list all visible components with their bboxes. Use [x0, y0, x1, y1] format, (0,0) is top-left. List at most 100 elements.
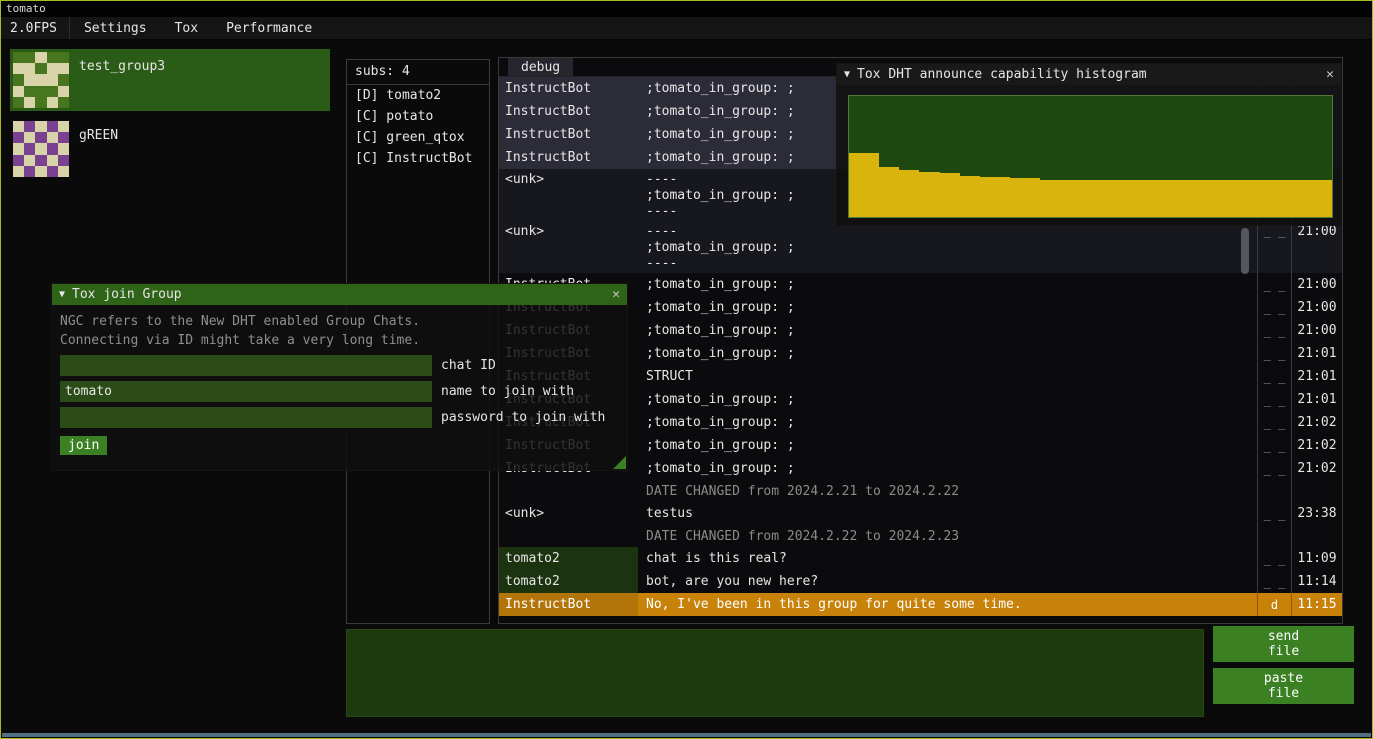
chat-row-flags: _ _	[1257, 342, 1291, 365]
subs-list-item[interactable]: [C] InstructBot	[347, 148, 489, 169]
join-group-title: Tox join Group	[72, 287, 182, 302]
chat-row-flags: _ _	[1257, 388, 1291, 411]
histogram-bar	[909, 170, 919, 217]
chat-row[interactable]: InstructBotNo, I've been in this group f…	[499, 593, 1342, 616]
chat-row-flags: _ _	[1257, 457, 1291, 480]
chat-row-time	[1291, 480, 1342, 502]
join-group-titlebar[interactable]: ▼ Tox join Group ✕	[52, 284, 627, 305]
chat-row[interactable]: <unk>----;tomato_in_group: ;----_ _21:00	[499, 221, 1342, 273]
collapse-arrow-icon[interactable]: ▼	[844, 69, 850, 80]
avatar-pixel	[24, 143, 35, 154]
chat-row-message: No, I've been in this group for quite so…	[638, 593, 1257, 616]
avatar-pixel	[24, 63, 35, 74]
group-item-test_group3[interactable]: test_group3	[10, 49, 330, 111]
menu-item-performance[interactable]: Performance	[212, 17, 326, 39]
subs-list-item[interactable]: [C] potato	[347, 106, 489, 127]
dht-histogram-titlebar[interactable]: ▼ Tox DHT announce capability histogram …	[837, 64, 1341, 85]
join-field-row: chat ID	[60, 355, 619, 376]
chat-row-message: ;tomato_in_group: ;	[638, 319, 1257, 342]
histogram-bar	[1191, 180, 1201, 218]
resize-grip[interactable]	[613, 456, 626, 469]
subs-header: subs: 4	[347, 60, 489, 85]
histogram-bar	[869, 153, 879, 217]
histogram-bar	[1241, 180, 1251, 218]
group-item-gREEN[interactable]: gREEN	[10, 118, 330, 180]
chat-scrollbar[interactable]	[1241, 228, 1249, 274]
avatar-pixel	[35, 52, 46, 63]
chat-row-message-line: ----	[646, 224, 1257, 240]
chat-row-name: tomato2	[499, 547, 638, 570]
fps-indicator: 2.0FPS	[1, 17, 70, 39]
paste-file-button[interactable]: paste file	[1213, 668, 1354, 704]
chat-row-time: 21:00	[1291, 296, 1342, 319]
avatar-pixel	[35, 143, 46, 154]
histogram-bar	[1262, 180, 1272, 218]
avatar-pixel	[24, 155, 35, 166]
join-field-row: tomato name to join with	[60, 381, 619, 402]
avatar-pixel	[47, 97, 58, 108]
chat-row[interactable]: DATE CHANGED from 2024.2.21 to 2024.2.22	[499, 480, 1342, 502]
histogram-bar	[1282, 180, 1292, 218]
menubar-items: SettingsToxPerformance	[70, 17, 326, 39]
histogram-bar	[1131, 180, 1141, 218]
menu-item-tox[interactable]: Tox	[161, 17, 212, 39]
close-icon[interactable]: ✕	[1326, 67, 1334, 82]
chat-row-message: ;tomato_in_group: ;	[638, 457, 1257, 480]
histogram-bar	[930, 172, 940, 217]
chat-row-flags: _ _	[1257, 434, 1291, 457]
join-password-label: password to join with	[441, 410, 605, 425]
menu-item-settings[interactable]: Settings	[70, 17, 161, 39]
avatar-pixel	[24, 166, 35, 177]
message-input[interactable]	[346, 629, 1204, 717]
chat-row[interactable]: tomato2bot, are you new here?_ _11:14	[499, 570, 1342, 593]
subs-list-item[interactable]: [C] green_qtox	[347, 127, 489, 148]
chat-id-input[interactable]	[60, 355, 432, 376]
avatar-pixel	[47, 155, 58, 166]
chat-row-flags: _ _	[1257, 221, 1291, 273]
tab-debug[interactable]: debug	[508, 58, 573, 76]
histogram-bar	[1322, 180, 1332, 218]
avatar-pixel	[35, 121, 46, 132]
chat-row-flags: _ _	[1257, 570, 1291, 593]
chat-row[interactable]: tomato2chat is this real?_ _11:09	[499, 547, 1342, 570]
histogram-bar	[980, 177, 990, 217]
join-name-input[interactable]: tomato	[60, 381, 432, 402]
chat-row-message: chat is this real?	[638, 547, 1257, 570]
avatar-pixel	[58, 132, 69, 143]
join-button[interactable]: join	[60, 436, 107, 455]
collapse-arrow-icon[interactable]: ▼	[59, 289, 65, 300]
histogram-bar	[1312, 180, 1322, 218]
avatar-pixel	[13, 166, 24, 177]
avatar-pixel	[58, 97, 69, 108]
subs-list-item[interactable]: [D] tomato2	[347, 85, 489, 106]
join-description-line1: NGC refers to the New DHT enabled Group …	[60, 312, 619, 331]
chat-row-flags	[1257, 480, 1291, 502]
avatar-pixel	[35, 97, 46, 108]
join-password-input[interactable]	[60, 407, 432, 428]
chat-row[interactable]: DATE CHANGED from 2024.2.22 to 2024.2.23	[499, 525, 1342, 547]
group-name: gREEN	[79, 121, 118, 177]
chat-row-time: 21:00	[1291, 221, 1342, 273]
avatar-pixel	[13, 52, 24, 63]
chat-row-time: 21:01	[1291, 342, 1342, 365]
histogram-bar	[1161, 180, 1171, 218]
join-group-body: NGC refers to the New DHT enabled Group …	[52, 305, 627, 462]
avatar-pixel	[35, 86, 46, 97]
avatar-pixel	[47, 63, 58, 74]
chat-row[interactable]: <unk>testus_ _23:38	[499, 502, 1342, 525]
histogram-bar	[1211, 180, 1221, 218]
histogram-bar	[1030, 178, 1040, 217]
chat-row-name: InstructBot	[499, 146, 638, 169]
chat-row-time: 11:14	[1291, 570, 1342, 593]
histogram-bar	[1101, 180, 1111, 218]
avatar-pixel	[35, 166, 46, 177]
dht-histogram-title: Tox DHT announce capability histogram	[857, 67, 1147, 82]
chat-row-time: 21:02	[1291, 411, 1342, 434]
chat-row-flags	[1257, 525, 1291, 547]
histogram-bar	[1302, 180, 1312, 218]
avatar-pixel	[47, 74, 58, 85]
avatar-pixel	[47, 143, 58, 154]
close-icon[interactable]: ✕	[612, 287, 620, 302]
send-file-button[interactable]: send file	[1213, 626, 1354, 662]
histogram-bar	[889, 167, 899, 217]
